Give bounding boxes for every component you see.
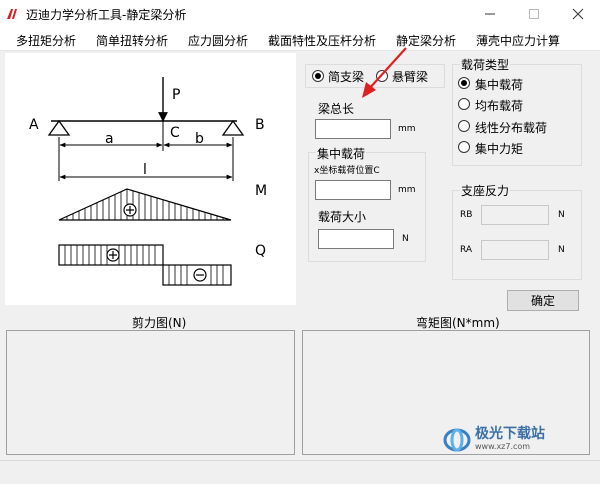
watermark-url: www.xz7.com [475, 442, 531, 451]
window-title: 迈迪力学分析工具-静定梁分析 [26, 8, 187, 22]
dim-b-label: b [195, 131, 204, 147]
load-position-label: x坐标载荷位置C [314, 166, 380, 176]
beam-length-unit: mm [398, 124, 416, 134]
load-type-linear-radio[interactable] [458, 120, 470, 132]
left-support-icon [47, 119, 71, 136]
simple-beam-radio[interactable] [312, 70, 324, 82]
load-type-concentrated-label: 集中载荷 [475, 78, 524, 92]
load-position-input[interactable] [315, 180, 391, 200]
concentrated-load-group-label: 集中载荷 [316, 145, 367, 162]
load-type-uniform-radio[interactable] [458, 98, 470, 110]
beam-length-input[interactable] [315, 119, 391, 139]
rb-unit: N [558, 210, 565, 220]
load-type-group-label: 载荷类型 [460, 56, 511, 73]
moment-chart-label: 弯矩图(N*mm) [416, 316, 500, 330]
right-support-icon [221, 119, 245, 136]
load-magnitude-label: 载荷大小 [318, 210, 367, 224]
dim-l-label: l [143, 162, 147, 178]
load-position-unit: mm [398, 185, 416, 195]
shear-diagram [58, 244, 232, 286]
menu-bar: 多扭矩分析 简单扭转分析 应力圆分析 截面特性及压杆分析 静定梁分析 薄壳中应力… [0, 28, 600, 51]
app-logo-icon [7, 9, 17, 19]
rb-output [481, 205, 549, 225]
load-type-moment-label: 集中力矩 [475, 142, 524, 156]
point-c-label: C [170, 125, 180, 141]
load-label: P [172, 87, 180, 103]
shear-chart-label: 剪力图(N) [132, 316, 187, 330]
load-type-linear-label: 线性分布载荷 [475, 121, 548, 135]
beam-length-label: 梁总长 [318, 102, 355, 116]
load-type-concentrated-radio[interactable] [458, 77, 470, 89]
close-button[interactable] [556, 0, 600, 28]
moment-chart-area: 极光下载站 www.xz7.com [302, 330, 590, 455]
menu-shell-stress[interactable]: 薄壳中应力计算 [476, 32, 560, 49]
watermark-brand: 极光下载站 [475, 426, 545, 442]
minimize-icon [485, 13, 495, 15]
title-bar: 迈迪力学分析工具-静定梁分析 [0, 0, 600, 28]
shear-chart-area [6, 330, 295, 455]
load-magnitude-unit: N [402, 234, 409, 244]
support-a-label: A [29, 117, 39, 133]
load-type-uniform-label: 均布载荷 [475, 99, 524, 113]
reactions-group [452, 190, 582, 280]
load-type-moment-radio[interactable] [458, 141, 470, 153]
shear-label: Q [255, 243, 266, 259]
beam-diagram-panel: P A B C a b l M Q [5, 53, 296, 305]
watermark: 极光下载站 www.xz7.com [443, 427, 545, 452]
menu-stress-circle[interactable]: 应力圆分析 [188, 32, 248, 49]
maximize-button[interactable] [512, 0, 556, 28]
ra-unit: N [558, 245, 565, 255]
close-icon [572, 8, 584, 20]
ra-label: RA [460, 245, 473, 255]
minimize-button[interactable] [468, 0, 512, 28]
moment-diagram [58, 188, 232, 221]
menu-simple-torsion[interactable]: 简单扭转分析 [96, 32, 168, 49]
reactions-group-label: 支座反力 [460, 182, 511, 199]
support-b-label: B [255, 117, 265, 133]
status-bar [0, 460, 600, 484]
menu-multi-torque[interactable]: 多扭矩分析 [16, 32, 76, 49]
moment-label: M [255, 183, 267, 199]
ra-output [481, 240, 549, 260]
annotation-arrow [362, 47, 407, 98]
maximize-icon [529, 9, 539, 19]
rb-label: RB [460, 210, 473, 220]
watermark-logo-icon [443, 428, 471, 451]
load-magnitude-input[interactable] [318, 229, 394, 249]
dim-a-label: a [105, 131, 114, 147]
beam-diagram: P A B C a b l M Q [29, 77, 267, 286]
confirm-button[interactable]: 确定 [507, 290, 579, 311]
